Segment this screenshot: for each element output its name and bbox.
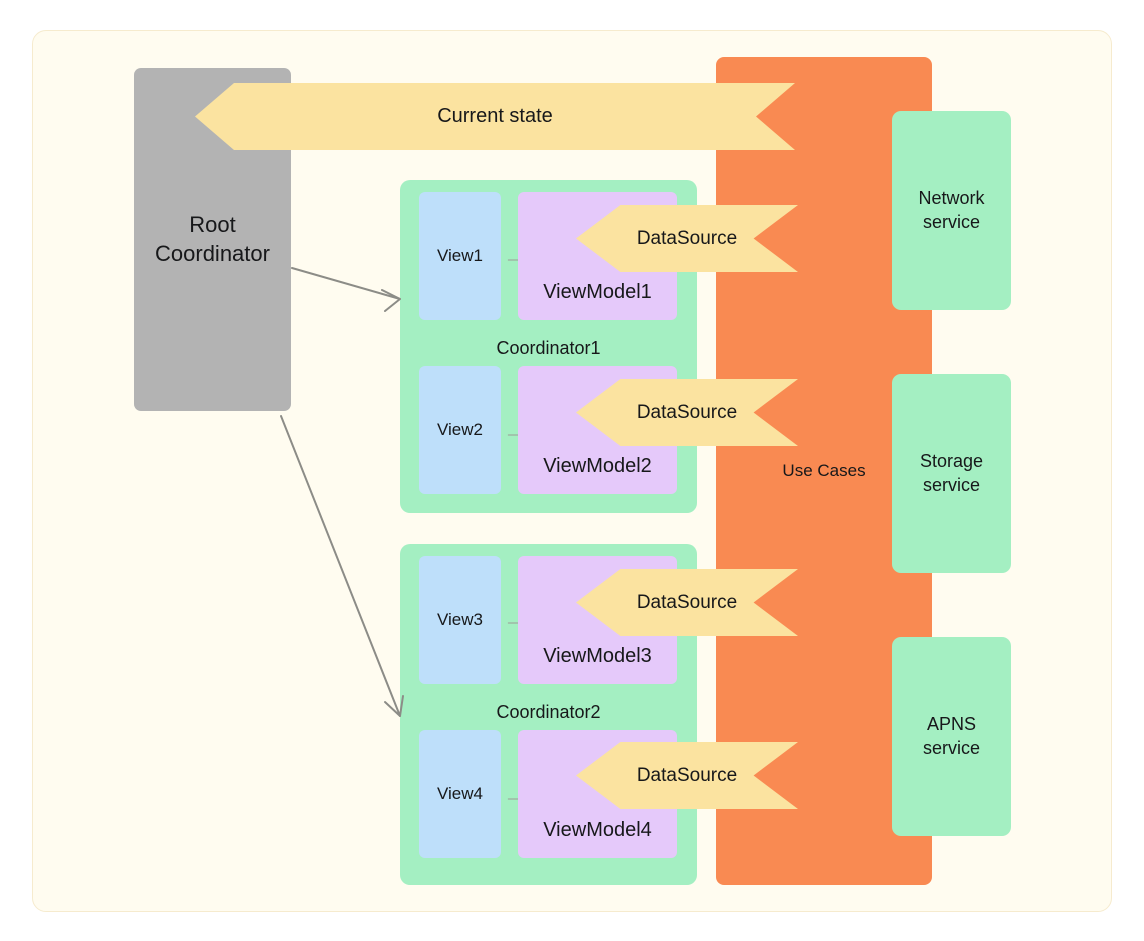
service-card-network[interactable]: Network service	[892, 111, 1011, 310]
coordinator-2-label: Coordinator2	[496, 702, 601, 722]
view-card-3-label: View3	[437, 610, 483, 630]
service-card-network-line1: Network	[918, 188, 985, 209]
view-card-2-label: View2	[437, 420, 483, 440]
service-card-storage-line2: service	[922, 474, 980, 495]
service-card-storage[interactable]: Storage service	[892, 374, 1011, 573]
view-model-card-1-label: ViewModel1	[543, 281, 652, 304]
service-card-storage-line1: Storage	[919, 451, 984, 472]
root-coordinator-label-line2: Coordinator	[155, 240, 270, 266]
view-card-2[interactable]: View2	[419, 366, 501, 494]
view-card-1[interactable]: View1	[419, 192, 501, 320]
datasource-arrow-2-label: DataSource	[636, 401, 738, 423]
view-model-card-2-label: ViewModel2	[543, 455, 652, 478]
view-card-3[interactable]: View3	[419, 556, 501, 684]
service-card-apns[interactable]: APNS service	[892, 637, 1011, 836]
service-card-apns-line2: service	[922, 737, 980, 758]
coordinator-1-label: Coordinator1	[496, 338, 601, 358]
root-coordinator-label-line1: Root	[189, 212, 236, 238]
current-state-banner[interactable]: Current state	[195, 83, 795, 150]
diagram-canvas: Use Cases Root Coordinator Current state…	[0, 0, 1144, 941]
datasource-arrow-1-label: DataSource	[636, 227, 738, 249]
datasource-arrow-3-label: DataSource	[636, 591, 738, 613]
view-card-1-label: View1	[437, 246, 483, 266]
datasource-arrow-4-label: DataSource	[636, 764, 738, 786]
root-coordinator-label: Root Coordinator	[155, 211, 270, 267]
view-card-4-label: View4	[437, 784, 483, 804]
view-model-card-4-label: ViewModel4	[543, 819, 652, 842]
service-card-network-line2: service	[922, 211, 980, 232]
service-card-apns-line1: APNS	[926, 714, 977, 735]
current-state-label: Current state	[437, 105, 553, 127]
view-card-4[interactable]: View4	[419, 730, 501, 858]
view-model-card-3-label: ViewModel3	[543, 645, 652, 668]
